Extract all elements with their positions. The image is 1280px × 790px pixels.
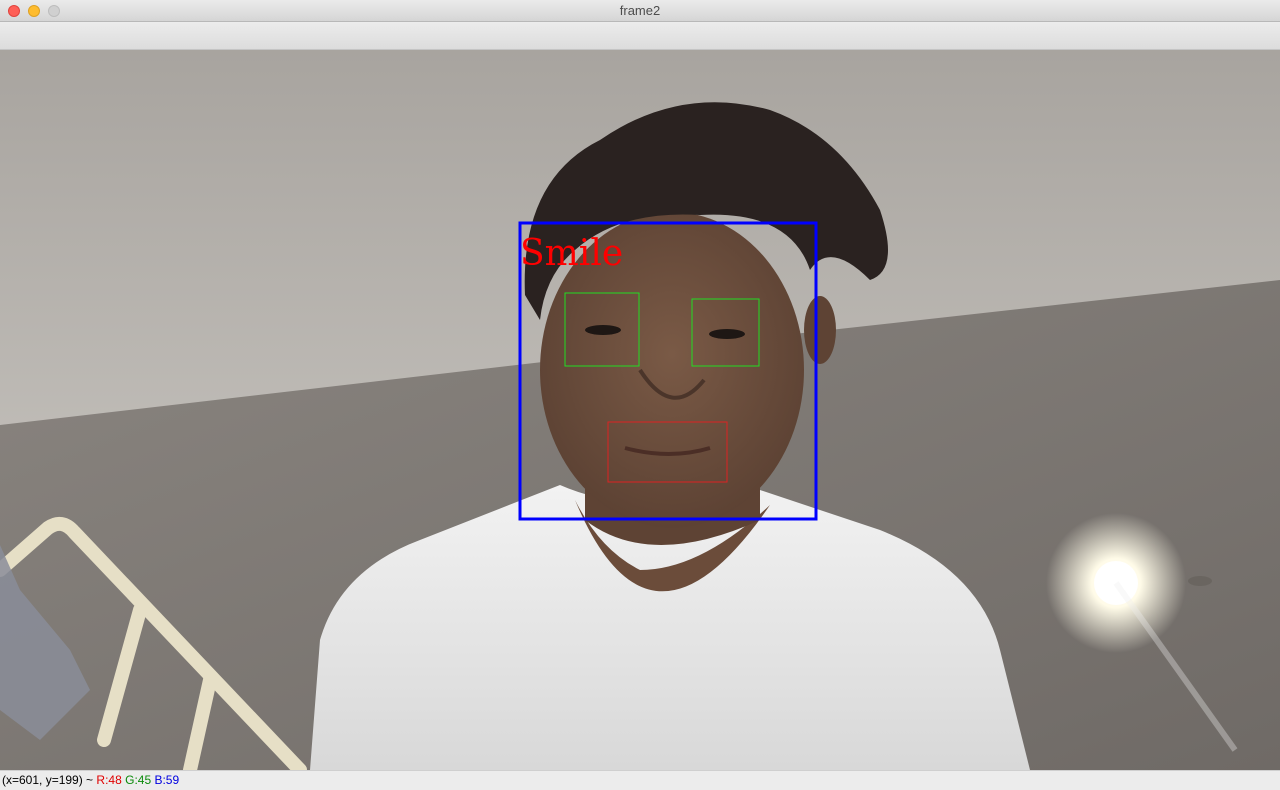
toolbar xyxy=(0,22,1280,50)
camera-frame[interactable]: Smile xyxy=(0,50,1280,770)
window-title: frame2 xyxy=(619,3,661,18)
camera-image xyxy=(0,50,1280,770)
smile-label: Smile xyxy=(520,233,624,274)
status-bar: (x=601, y=199) ~ R:48 G:45 B:59 xyxy=(0,770,1280,790)
blue-value: B:59 xyxy=(154,773,180,787)
green-value: G:45 xyxy=(125,773,152,787)
cursor-coords: (x=601, y=199) ~ xyxy=(2,773,94,787)
title-bar: frame2 xyxy=(0,0,1280,22)
red-value: R:48 xyxy=(96,773,122,787)
